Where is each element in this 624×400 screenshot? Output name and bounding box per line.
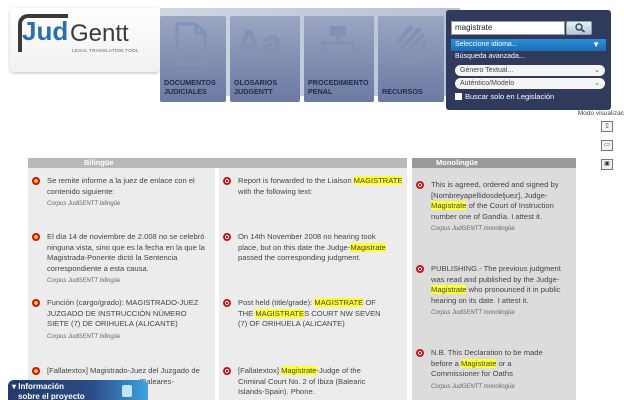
- uk-flag-icon: [223, 233, 231, 241]
- textual-genre-select[interactable]: Género Textual... ⌄: [455, 65, 605, 76]
- uk-flag-icon: [416, 349, 424, 357]
- project-info-tab[interactable]: ▾ Información sobre el proyecto: [8, 380, 148, 400]
- language-select[interactable]: Seleccione idioma... ▼: [451, 39, 606, 51]
- legislation-checkbox-label: Buscar solo en Legislación: [465, 92, 555, 101]
- view-mode-button-1[interactable]: ▯: [601, 121, 613, 132]
- results-area: Bilingüe Monolingüe Se remite informe a …: [28, 158, 576, 400]
- model-select-value: Auténtico/Modelo: [460, 80, 515, 87]
- nav-item-recursos[interactable]: RECURSOS: [378, 16, 444, 102]
- uk-flag-icon: [416, 265, 424, 273]
- project-info-line1: ▾ Información: [12, 382, 65, 391]
- nav-bar: DOCUMENTOS JUDICIALES Aa GLOSARIOS JUDGENT…: [160, 8, 460, 102]
- spanish-flag-icon: [32, 367, 40, 375]
- nav-item-glosarios[interactable]: Aa GLOSARIOS JUDGENTT: [230, 16, 300, 102]
- flowchart-icon: [316, 26, 360, 60]
- uk-flag-icon: [223, 177, 231, 185]
- nav-item-procedimiento-penal[interactable]: PROCEDIMIENTO PENAL: [304, 16, 374, 102]
- nav-label: GLOSARIOS JUDGENTT: [234, 78, 278, 96]
- nav-label: PROCEDIMIENTO PENAL: [308, 78, 369, 96]
- spanish-flag-icon: [32, 233, 40, 241]
- lock-icon: [122, 385, 132, 397]
- logo-tagline: LEGAL TRANSLATION TOOL: [72, 48, 139, 53]
- nav-label: DOCUMENTOS JUDICIALES: [164, 78, 216, 96]
- project-info-line2: sobre el proyecto: [18, 392, 85, 400]
- document-icon: [175, 22, 207, 66]
- textual-genre-value: Género Textual...: [460, 67, 514, 74]
- legislation-checkbox-row[interactable]: Buscar solo en Legislación: [455, 92, 554, 101]
- language-select-value: Seleccione idioma...: [455, 41, 518, 48]
- uk-flag-icon: [223, 299, 231, 307]
- view-mode-label: Modo visualizac: [577, 110, 624, 117]
- model-select[interactable]: Auténtico/Modelo ⌄: [455, 78, 605, 89]
- uk-flag-icon: [416, 181, 424, 189]
- logo-brand-part2: Gentt: [70, 20, 129, 47]
- glossary-icon: Aa: [236, 22, 283, 63]
- search-icon: [575, 23, 586, 33]
- search-panel: magistrate Seleccione idioma... ▼ Búsque…: [446, 10, 611, 110]
- view-mode-button-2[interactable]: ▭: [601, 140, 613, 151]
- logo-brand-part1: Jud: [22, 16, 69, 46]
- resources-icon: [394, 24, 426, 62]
- spanish-flag-icon: [32, 177, 40, 185]
- uk-flag-icon: [223, 367, 231, 375]
- legislation-checkbox[interactable]: [455, 93, 462, 100]
- chevron-down-icon: ⌄: [594, 67, 600, 74]
- bilingual-header: Bilingüe: [28, 158, 407, 168]
- nav-item-documentos-judiciales[interactable]: DOCUMENTOS JUDICIALES: [160, 16, 226, 102]
- header: Jud Gentt LEGAL TRANSLATION TOOL DOCUMEN…: [0, 0, 624, 170]
- chevron-down-icon: ⌄: [594, 80, 600, 87]
- judgentt-logo[interactable]: Jud Gentt LEGAL TRANSLATION TOOL: [10, 8, 160, 72]
- view-mode-button-3[interactable]: ▣: [601, 159, 613, 170]
- chevron-down-icon: ▼: [592, 40, 600, 49]
- search-input[interactable]: magistrate: [451, 21, 565, 35]
- monolingual-header: Monolingüe: [412, 158, 576, 168]
- advanced-search-link[interactable]: Búsqueda avanzada...: [455, 53, 525, 60]
- spanish-flag-icon: [32, 299, 40, 307]
- search-button[interactable]: [566, 21, 592, 35]
- nav-label: RECURSOS: [382, 87, 423, 96]
